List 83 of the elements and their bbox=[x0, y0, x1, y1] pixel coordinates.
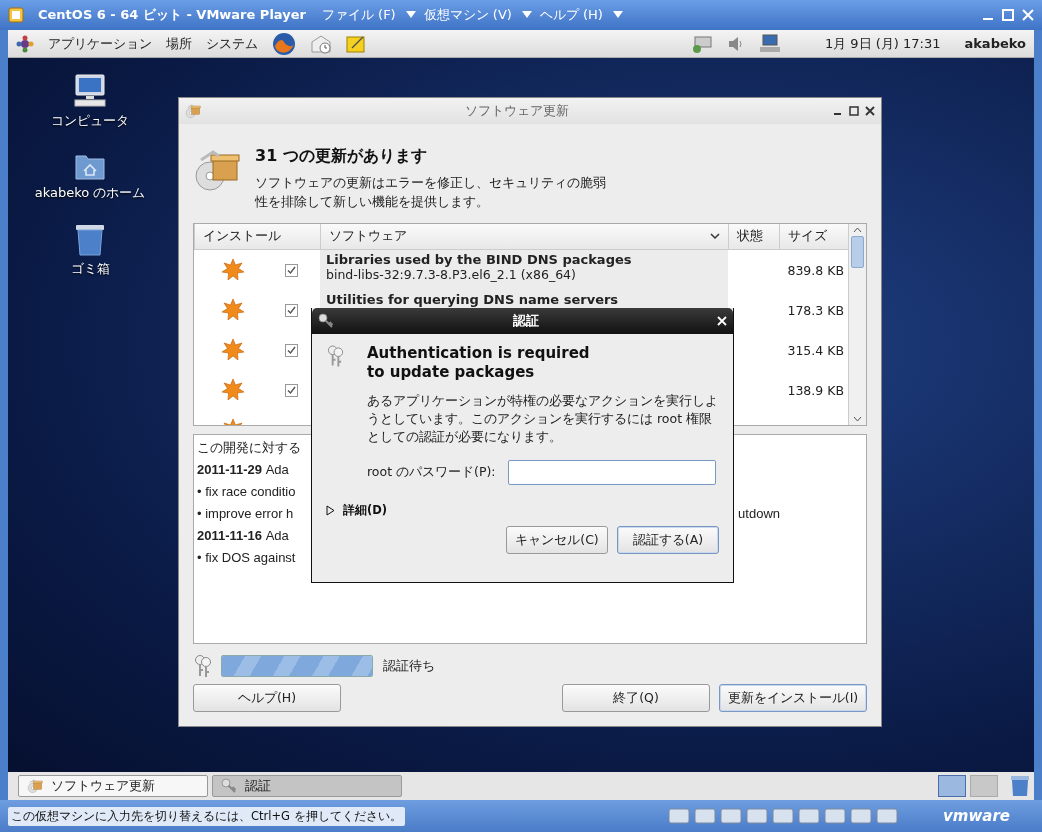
dialog-title: 認証 bbox=[511, 312, 540, 330]
dialog-button[interactable]: 終了(Q) bbox=[562, 684, 710, 712]
close-icon[interactable] bbox=[865, 106, 875, 116]
checkbox[interactable] bbox=[285, 343, 298, 357]
package-version: bind-libs-32:9.7.3-8.P3.el6_2.1 (x86_64) bbox=[326, 267, 577, 282]
changelog-line: utdown bbox=[738, 505, 780, 522]
app-icon bbox=[185, 103, 201, 119]
vmware-logo: vmware bbox=[943, 807, 1010, 825]
workspace-switcher[interactable] bbox=[970, 775, 998, 797]
package-name: Libraries used by the BIND DNS packages bbox=[326, 252, 633, 267]
column-header[interactable]: ソフトウェア bbox=[329, 228, 706, 245]
clock[interactable]: 1月 9日 (月) 17:31 bbox=[824, 34, 941, 53]
taskbar-button[interactable]: ソフトウェア更新 bbox=[18, 775, 208, 797]
update-icon bbox=[222, 299, 244, 321]
user-name[interactable]: akabeko bbox=[964, 36, 1026, 51]
dropdown-icon[interactable] bbox=[405, 11, 416, 19]
browser-icon[interactable] bbox=[272, 31, 296, 56]
taskbar-button[interactable]: 認証 bbox=[212, 775, 402, 797]
updates-description: ソフトウェアの更新はエラーを修正し、セキュリティの脆弱性を排除して新しい機能を提供します。 bbox=[255, 174, 607, 211]
checkbox[interactable] bbox=[285, 383, 298, 397]
package-icon bbox=[27, 778, 43, 794]
note-icon[interactable] bbox=[346, 33, 366, 54]
column-header[interactable]: インストール bbox=[203, 228, 312, 245]
desktop-icon-label[interactable]: akabeko のホーム bbox=[34, 184, 146, 202]
column-header[interactable]: 状態 bbox=[737, 228, 771, 245]
chevron-down-icon[interactable] bbox=[710, 233, 720, 240]
changelog-line: この開発に対する bbox=[197, 439, 301, 456]
package-size: 138.9 KB bbox=[786, 381, 845, 400]
panel-menu[interactable]: システム bbox=[206, 34, 258, 53]
workspace-switcher[interactable] bbox=[938, 775, 966, 797]
desktop-icon-label[interactable]: コンピュータ bbox=[51, 112, 129, 130]
changelog-line: 2011-11-16 Ada bbox=[197, 527, 289, 544]
package-size: 839.8 KB bbox=[786, 261, 845, 280]
package-size: 315.4 KB bbox=[786, 341, 845, 360]
changelog-line: 2011-11-29 Ada bbox=[197, 461, 289, 478]
keys-icon bbox=[326, 344, 345, 368]
menu-item[interactable]: 仮想マシン (V) bbox=[423, 6, 512, 24]
changelog-line: • fix race conditio bbox=[197, 483, 296, 500]
key-icon bbox=[221, 778, 237, 794]
panel-menu[interactable]: アプリケーション bbox=[48, 34, 152, 53]
dropdown-icon[interactable] bbox=[521, 11, 532, 19]
scrollbar[interactable] bbox=[848, 224, 866, 425]
window-title: ソフトウェア更新 bbox=[464, 102, 570, 120]
network-icon[interactable] bbox=[690, 33, 713, 54]
update-icon bbox=[222, 379, 244, 401]
auth-message: あるアプリケーションが特権の必要なアクションを実行しようとしています。このアクションを実行するには root 権限としての認証が必要になります。 bbox=[367, 392, 719, 446]
updates-heading: 31 つの更新があります bbox=[255, 146, 428, 167]
trash-icon[interactable] bbox=[75, 224, 105, 256]
dialog-button[interactable]: 更新をインストール(I) bbox=[719, 684, 867, 712]
dialog-button[interactable]: 認証する(A) bbox=[617, 526, 719, 554]
update-icon bbox=[222, 259, 244, 281]
dropdown-icon[interactable] bbox=[612, 11, 623, 19]
checkbox[interactable] bbox=[285, 263, 298, 277]
key-icon bbox=[318, 313, 334, 329]
progress-status: 認証待ち bbox=[383, 657, 435, 675]
home-folder-icon[interactable] bbox=[75, 152, 105, 180]
auth-heading: Authentication is required to update packages bbox=[367, 344, 591, 382]
password-label: root のパスワード(P): bbox=[367, 464, 496, 481]
dialog-button[interactable]: ヘルプ(H) bbox=[193, 684, 341, 712]
password-field[interactable] bbox=[507, 460, 716, 485]
details-expander[interactable]: 詳細(D) bbox=[326, 503, 388, 518]
computer-icon[interactable] bbox=[74, 74, 106, 108]
monitor-icon[interactable] bbox=[758, 33, 781, 54]
changelog-line: • improve error h bbox=[197, 505, 294, 522]
volume-icon[interactable] bbox=[726, 34, 745, 53]
vmware-logo-icon bbox=[8, 7, 24, 23]
menu-item[interactable]: ヘルプ (H) bbox=[539, 6, 603, 24]
expander-icon[interactable] bbox=[326, 505, 335, 516]
changelog-line: • fix DOS against bbox=[197, 549, 296, 566]
status-hint: この仮想マシンに入力先を切り替えるには、Ctrl+G を押してください。 bbox=[8, 806, 405, 826]
window-title: CentOS 6 - 64 ビット - VMware Player bbox=[38, 6, 306, 24]
desktop-icon-label[interactable]: ゴミ箱 bbox=[70, 260, 110, 278]
package-size: 178.3 KB bbox=[786, 301, 845, 320]
update-icon bbox=[222, 339, 244, 361]
maximize-icon[interactable] bbox=[849, 106, 859, 116]
checkbox[interactable] bbox=[285, 303, 298, 317]
scroll-thumb[interactable] bbox=[851, 236, 864, 268]
gnome-foot-icon[interactable] bbox=[16, 34, 34, 53]
panel-menu[interactable]: 場所 bbox=[166, 34, 192, 53]
keys-icon bbox=[193, 654, 213, 678]
column-header[interactable]: サイズ bbox=[788, 228, 840, 245]
package-name: Utilities for querying DNS name servers bbox=[326, 292, 620, 307]
dialog-button[interactable]: キャンセル(C) bbox=[506, 526, 608, 554]
